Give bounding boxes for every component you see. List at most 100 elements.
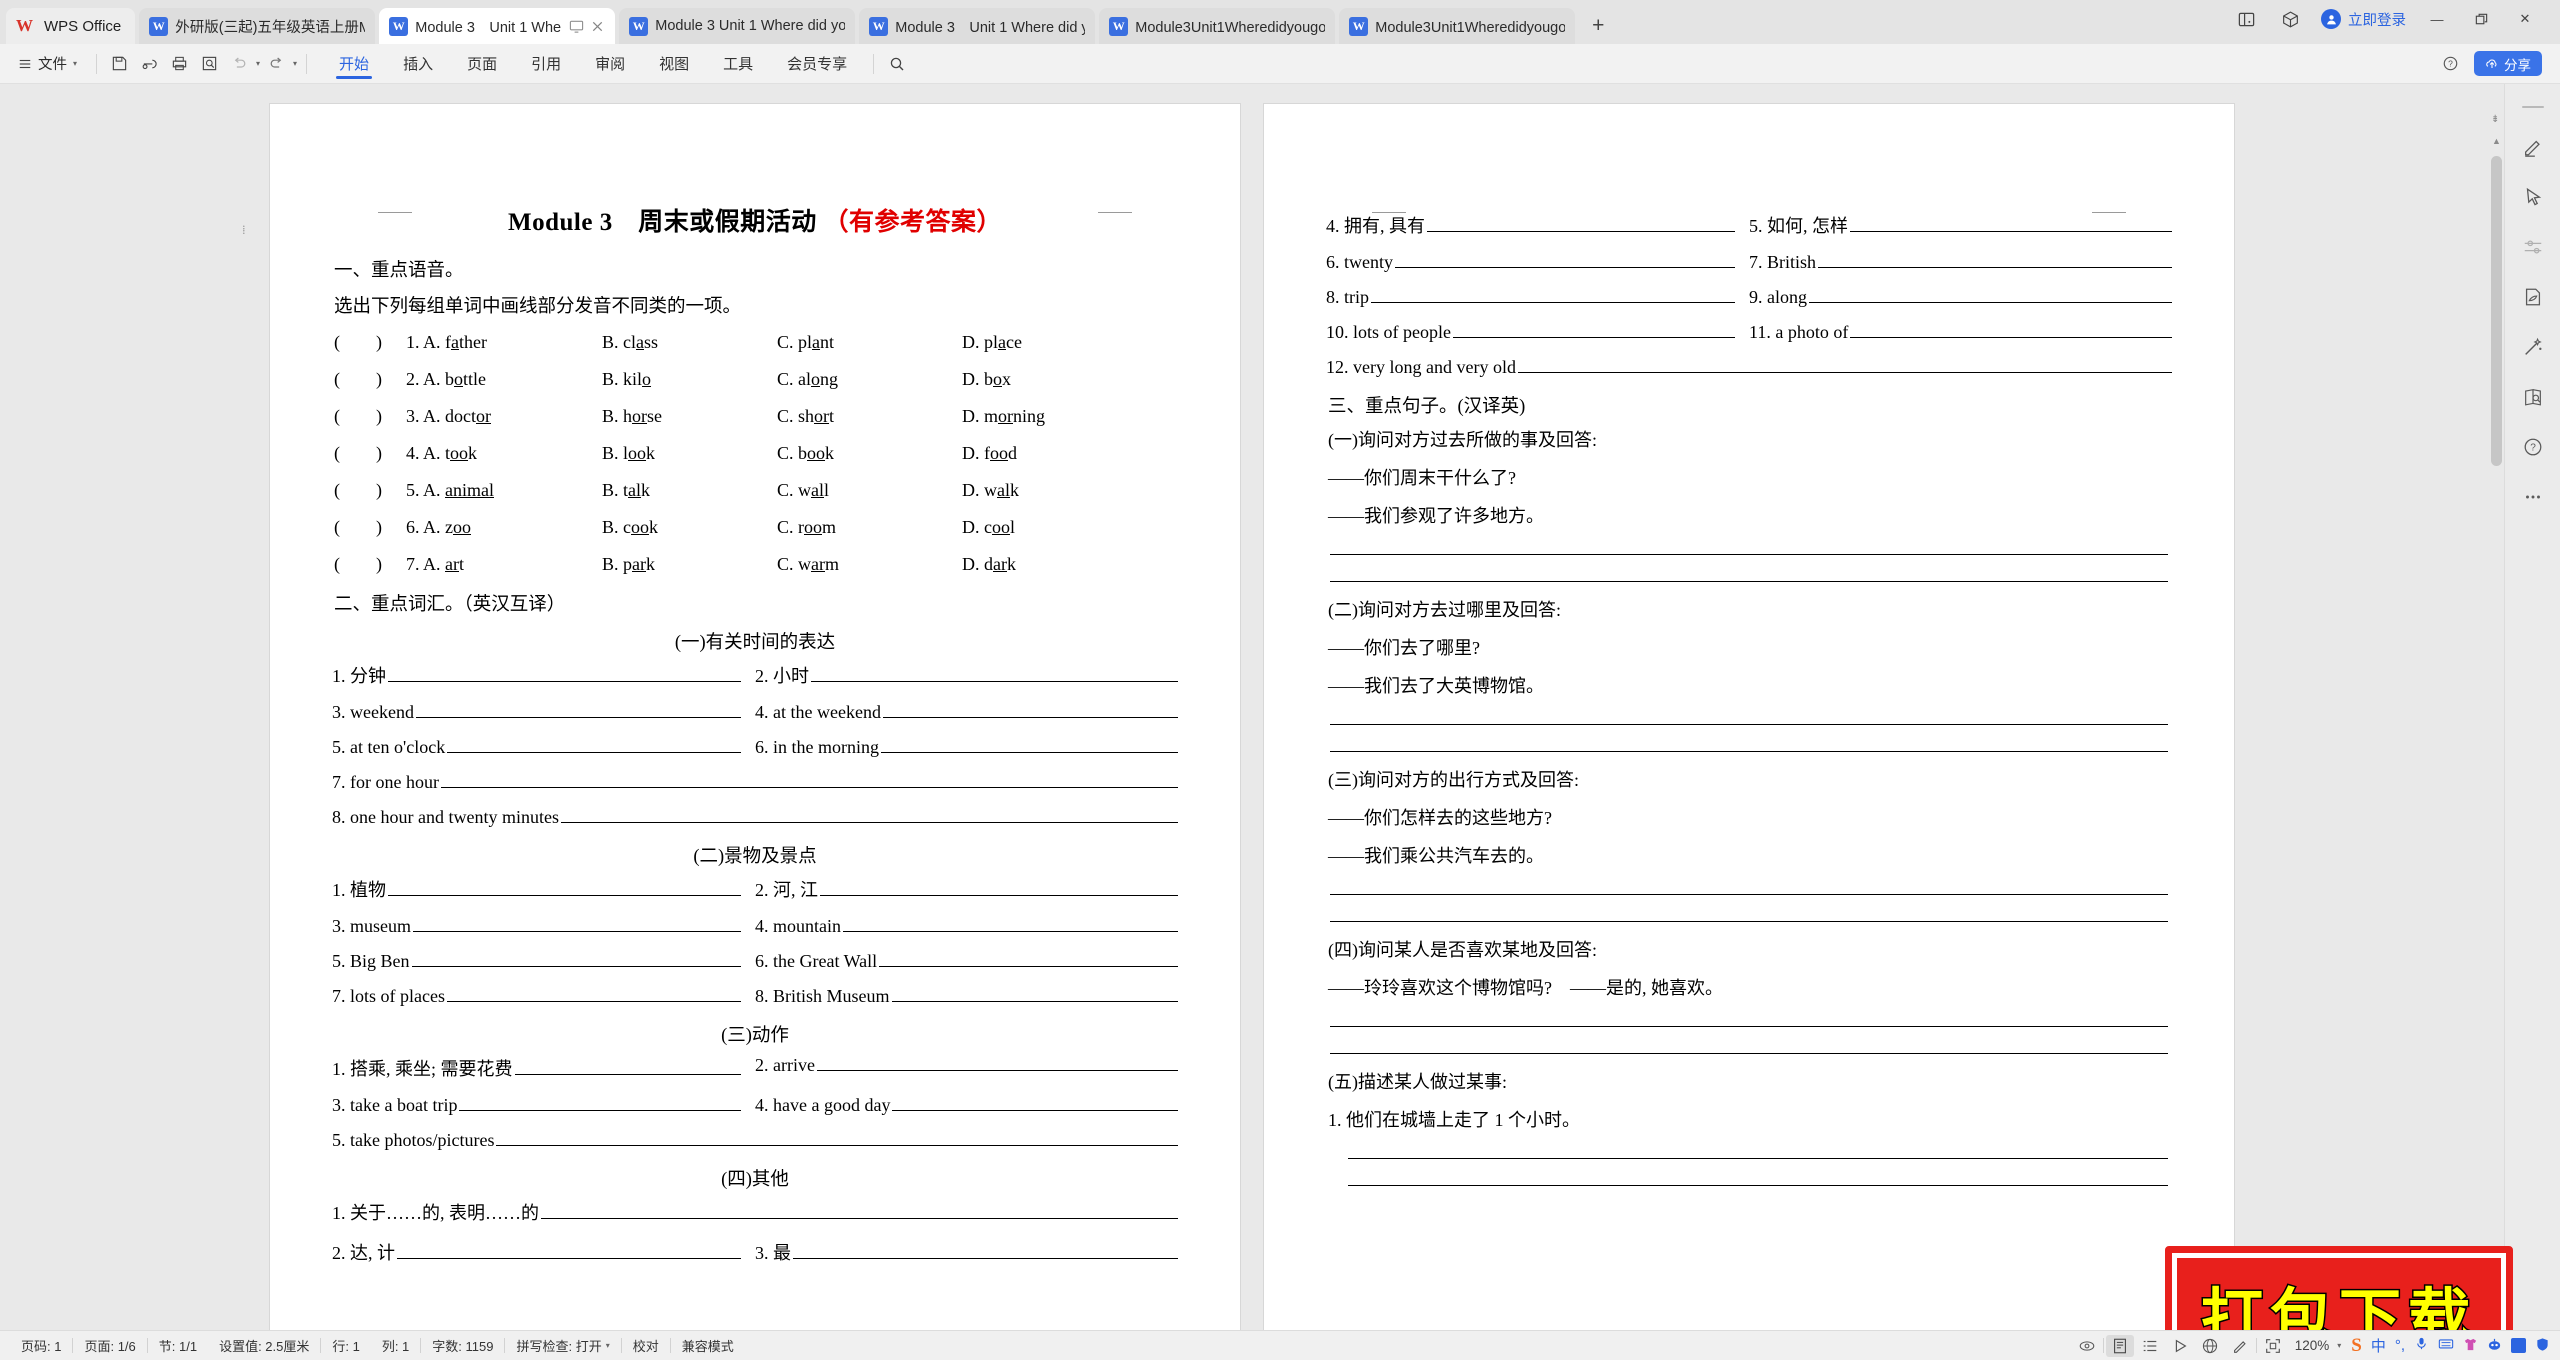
fill-blank[interactable] [411,952,741,967]
fill-blank[interactable] [514,1060,741,1075]
scrollbar-thumb[interactable] [2491,156,2502,466]
apps-grid-icon[interactable] [2511,1338,2526,1353]
minimize-button[interactable]: — [2424,6,2450,32]
highlighter-pen-icon[interactable] [2226,1335,2254,1357]
cursor-select-icon[interactable] [2520,184,2546,210]
redo-chevron-icon[interactable]: ▾ [293,59,297,68]
fill-blank[interactable] [1452,323,1735,338]
status-spellcheck[interactable]: 拼写检查: 打开 ▾ [505,1336,620,1355]
new-tab-button[interactable]: + [1583,11,1613,41]
document-tab-1[interactable]: W 外研版(三起)五年级英语上册Module [139,8,376,44]
robot-assistant-icon[interactable] [2487,1337,2502,1355]
eye-preview-icon[interactable] [2073,1335,2101,1357]
fill-blank[interactable] [1517,358,2172,373]
fill-blank[interactable] [1818,253,2172,268]
undo-chevron-icon[interactable]: ▾ [256,59,260,68]
fill-blank[interactable] [1850,323,2172,338]
tab-insert[interactable]: 插入 [386,48,450,80]
keyboard-icon[interactable] [2438,1336,2454,1355]
answer-line[interactable] [1330,724,2168,725]
zoom-level[interactable]: 120% [2289,1338,2336,1353]
fill-blank[interactable] [440,773,1178,788]
document-page-left[interactable]: ⁞ Module 3 周末或假期活动 （有参考答案） 一、重点语音。 选出下列每… [242,104,1240,1330]
ime-language-label[interactable]: 中 [2371,1335,2386,1356]
page-pin-icon[interactable]: ⇟ [2491,114,2499,125]
fill-blank[interactable] [415,703,741,718]
page-layout-view-icon[interactable] [2105,1334,2134,1357]
fill-blank[interactable] [459,1096,741,1111]
shield-security-icon[interactable] [2535,1337,2550,1355]
tab-member-exclusive[interactable]: 会员专享 [770,48,864,80]
print-preview-icon[interactable] [196,51,223,77]
sidebar-toggle-icon[interactable] [2233,6,2259,32]
maximize-restore-button[interactable] [2468,6,2494,32]
answer-line[interactable] [1330,1053,2168,1054]
tab-view[interactable]: 视图 [642,48,706,80]
magic-wand-icon[interactable] [2520,334,2546,360]
fill-blank[interactable] [1371,288,1735,303]
vertical-scrollbar[interactable]: ⇟ ▲ [2491,114,2502,1322]
tab-home[interactable]: 开始 [322,48,386,80]
pen-edit-icon[interactable] [2520,134,2546,160]
fill-blank[interactable] [447,738,741,753]
microphone-icon[interactable] [2414,1336,2429,1355]
drag-handle-icon[interactable]: ⁞ [242,222,247,238]
document-search-icon[interactable] [2520,384,2546,410]
fill-blank[interactable] [1850,217,2172,232]
fill-blank[interactable] [882,703,1178,718]
fill-blank[interactable] [793,1244,1178,1259]
save-icon[interactable] [106,51,133,77]
tab-review[interactable]: 审阅 [578,48,642,80]
fill-blank[interactable] [397,1244,741,1259]
cloud-save-icon[interactable] [136,51,163,77]
fill-blank[interactable] [843,917,1178,932]
fit-screen-icon[interactable] [2259,1335,2287,1357]
status-proofread[interactable]: 校对 [622,1336,670,1355]
fill-blank[interactable] [541,1204,1178,1219]
answer-line[interactable] [1330,894,2168,895]
fill-blank[interactable] [879,952,1178,967]
answer-line[interactable] [1330,751,2168,752]
document-tab-5[interactable]: W Module3Unit1Wheredidyougo同步 [1099,8,1336,44]
page-beautify-icon[interactable] [2520,284,2546,310]
fill-blank[interactable] [388,881,741,896]
zoom-chevron-icon[interactable]: ▾ [2337,1341,2341,1350]
document-tab-3[interactable]: W Module 3 Unit 1 Where did you go [619,8,856,44]
redo-icon[interactable] [263,51,290,77]
close-icon[interactable] [590,19,605,34]
answer-line[interactable] [1348,1185,2168,1186]
cube-3d-icon[interactable] [2277,6,2303,32]
fill-blank[interactable] [560,808,1178,823]
fill-blank[interactable] [446,987,741,1002]
document-page-right[interactable]: 4. 拥有, 具有 5. 如何, 怎样 6. twenty 7. British… [1264,104,2234,1330]
tab-references[interactable]: 引用 [514,48,578,80]
document-tab-6[interactable]: W Module3Unit1Wheredidyougo随堂 [1339,8,1576,44]
tab-tools[interactable]: 工具 [706,48,770,80]
answer-line[interactable] [1330,921,2168,922]
fill-blank[interactable] [413,917,741,932]
answer-line[interactable] [1330,581,2168,582]
fill-blank[interactable] [1427,217,1735,232]
fill-blank[interactable] [1395,253,1735,268]
answer-line[interactable] [1348,1158,2168,1159]
print-icon[interactable] [166,51,193,77]
share-button[interactable]: 分享 [2474,51,2542,76]
fill-blank[interactable] [388,667,741,682]
fill-blank[interactable] [496,1131,1178,1146]
more-options-icon[interactable] [2520,484,2546,510]
wps-office-brand[interactable]: W WPS Office [6,8,136,44]
ime-punctuation-icon[interactable]: °, [2395,1337,2405,1354]
tshirt-skin-icon[interactable] [2463,1337,2478,1355]
fill-blank[interactable] [820,881,1178,896]
settings-sliders-icon[interactable] [2520,234,2546,260]
fill-blank[interactable] [892,1096,1178,1111]
answer-line[interactable] [1330,1026,2168,1027]
search-icon[interactable] [883,51,910,77]
scroll-up-arrow-icon[interactable]: ▲ [2492,136,2501,146]
play-presentation-icon[interactable] [2166,1335,2194,1357]
close-window-button[interactable]: ✕ [2512,6,2538,32]
fill-blank[interactable] [1809,288,2172,303]
sogou-logo-icon[interactable]: S [2351,1335,2362,1357]
document-tab-4[interactable]: W Module 3 Unit 1 Where did you [859,8,1096,44]
login-button[interactable]: 立即登录 [2321,9,2406,30]
